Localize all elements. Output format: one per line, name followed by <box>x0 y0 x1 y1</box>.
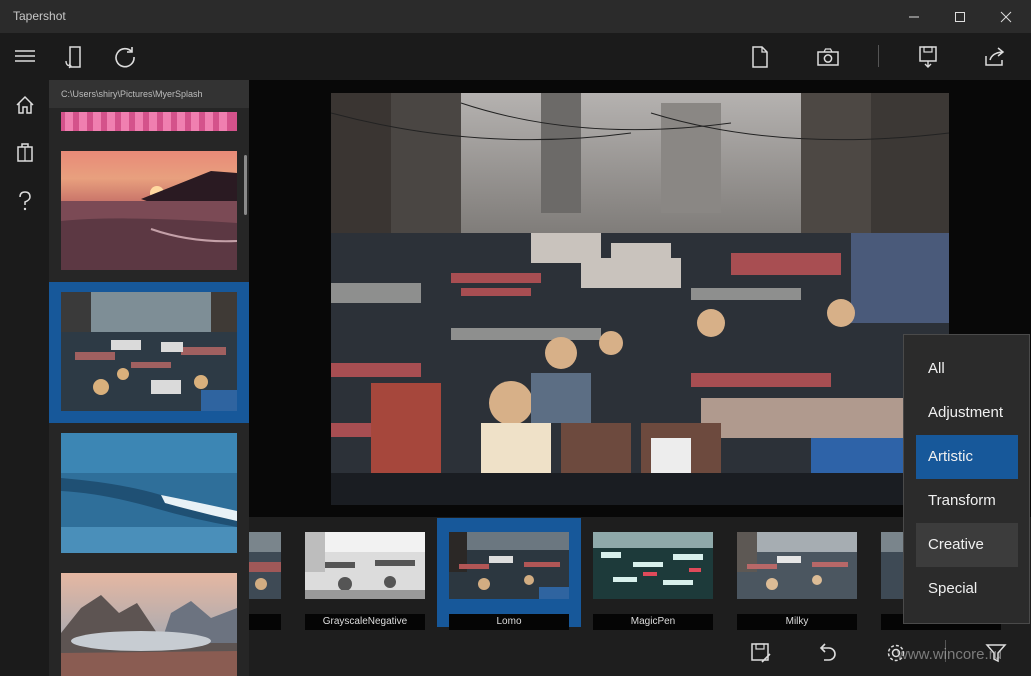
menu-item-all[interactable]: All <box>916 347 1018 391</box>
nav-rail <box>0 33 49 676</box>
menu-item-adjustment[interactable]: Adjustment <box>916 391 1018 435</box>
filter-preview <box>449 532 569 599</box>
folder-path: C:\Users\shiry\Pictures\MyerSplash <box>61 89 203 99</box>
filter-label: GrayscaleNegative <box>305 614 425 630</box>
filter-item-lomo[interactable]: Lomo <box>449 532 569 630</box>
filter-category-menu: All Adjustment Artistic Transform Creati… <box>903 334 1030 624</box>
thumbnail-pink-stripes[interactable] <box>61 112 237 131</box>
menu-item-creative[interactable]: Creative <box>916 523 1018 567</box>
crowded-street-image <box>61 292 237 411</box>
store-icon <box>16 143 33 162</box>
app-title: Tapershot <box>13 9 66 23</box>
refresh-icon <box>115 47 135 68</box>
ocean-wave-image <box>61 433 237 553</box>
rotate-device-icon <box>65 46 81 69</box>
help-icon <box>18 191 31 211</box>
file-open-button[interactable] <box>740 38 780 76</box>
filter-label <box>249 614 281 630</box>
minimize-icon <box>909 16 919 17</box>
thumbnail-crowded-street[interactable] <box>61 292 237 411</box>
camera-button[interactable] <box>808 38 848 76</box>
menu-item-artistic[interactable]: Artistic <box>916 435 1018 479</box>
filter-preview <box>593 532 713 599</box>
undo-button[interactable] <box>807 634 847 672</box>
filter-item-grayscale-negative[interactable]: GrayscaleNegative <box>305 532 425 630</box>
camera-icon <box>817 48 839 66</box>
filter-preview <box>249 532 281 599</box>
preview-photo[interactable] <box>331 93 949 505</box>
file-open-icon <box>752 46 768 68</box>
undo-icon <box>819 643 836 661</box>
sidebar-scrollbar[interactable] <box>244 155 247 215</box>
pink-stripes-image <box>61 112 237 131</box>
refresh-button[interactable] <box>105 38 145 76</box>
folder-path-bar: C:\Users\shiry\Pictures\MyerSplash <box>49 80 249 108</box>
menu-item-special[interactable]: Special <box>916 567 1018 611</box>
filter-item[interactable] <box>249 532 281 630</box>
save-icon <box>919 46 937 68</box>
filter-label: Milky <box>737 614 857 630</box>
filter-label: Lomo <box>449 614 569 630</box>
minimize-button[interactable] <box>891 0 937 33</box>
close-icon <box>1000 11 1012 22</box>
toolbar-separator <box>878 45 879 67</box>
hamburger-icon <box>14 50 35 62</box>
thumbnail-ocean-wave[interactable] <box>61 433 237 553</box>
filter-item-magicpen[interactable]: MagicPen <box>593 532 713 630</box>
hamburger-button[interactable] <box>0 33 49 79</box>
help-button[interactable] <box>0 178 49 224</box>
home-button[interactable] <box>0 82 49 128</box>
crowded-street-photo <box>331 93 949 505</box>
filter-preview <box>305 532 425 599</box>
menu-item-transform[interactable]: Transform <box>916 479 1018 523</box>
store-button[interactable] <box>0 129 49 175</box>
save-edit-button[interactable] <box>741 634 781 672</box>
maximize-icon <box>955 11 965 22</box>
home-icon <box>15 95 34 114</box>
rotate-device-button[interactable] <box>55 38 95 76</box>
filter-label: MagicPen <box>593 614 713 630</box>
share-icon <box>985 47 1005 66</box>
filter-item-milky[interactable]: Milky <box>737 532 857 630</box>
watermark-text: www.wincore.ru <box>897 646 1003 663</box>
share-button[interactable] <box>975 38 1015 76</box>
maximize-button[interactable] <box>937 0 983 33</box>
image-sidebar: C:\Users\shiry\Pictures\MyerSplash <box>49 80 249 676</box>
toolbar <box>49 33 1031 80</box>
close-button[interactable] <box>983 0 1029 33</box>
filter-preview <box>737 532 857 599</box>
sunset-sea-image <box>61 151 237 270</box>
save-button[interactable] <box>908 38 948 76</box>
mountain-clouds-image <box>61 573 237 676</box>
title-bar: Tapershot <box>0 0 1031 33</box>
thumbnail-mountain-clouds[interactable] <box>61 573 237 676</box>
save-icon <box>751 643 771 663</box>
thumbnail-sunset-sea[interactable] <box>61 151 237 270</box>
